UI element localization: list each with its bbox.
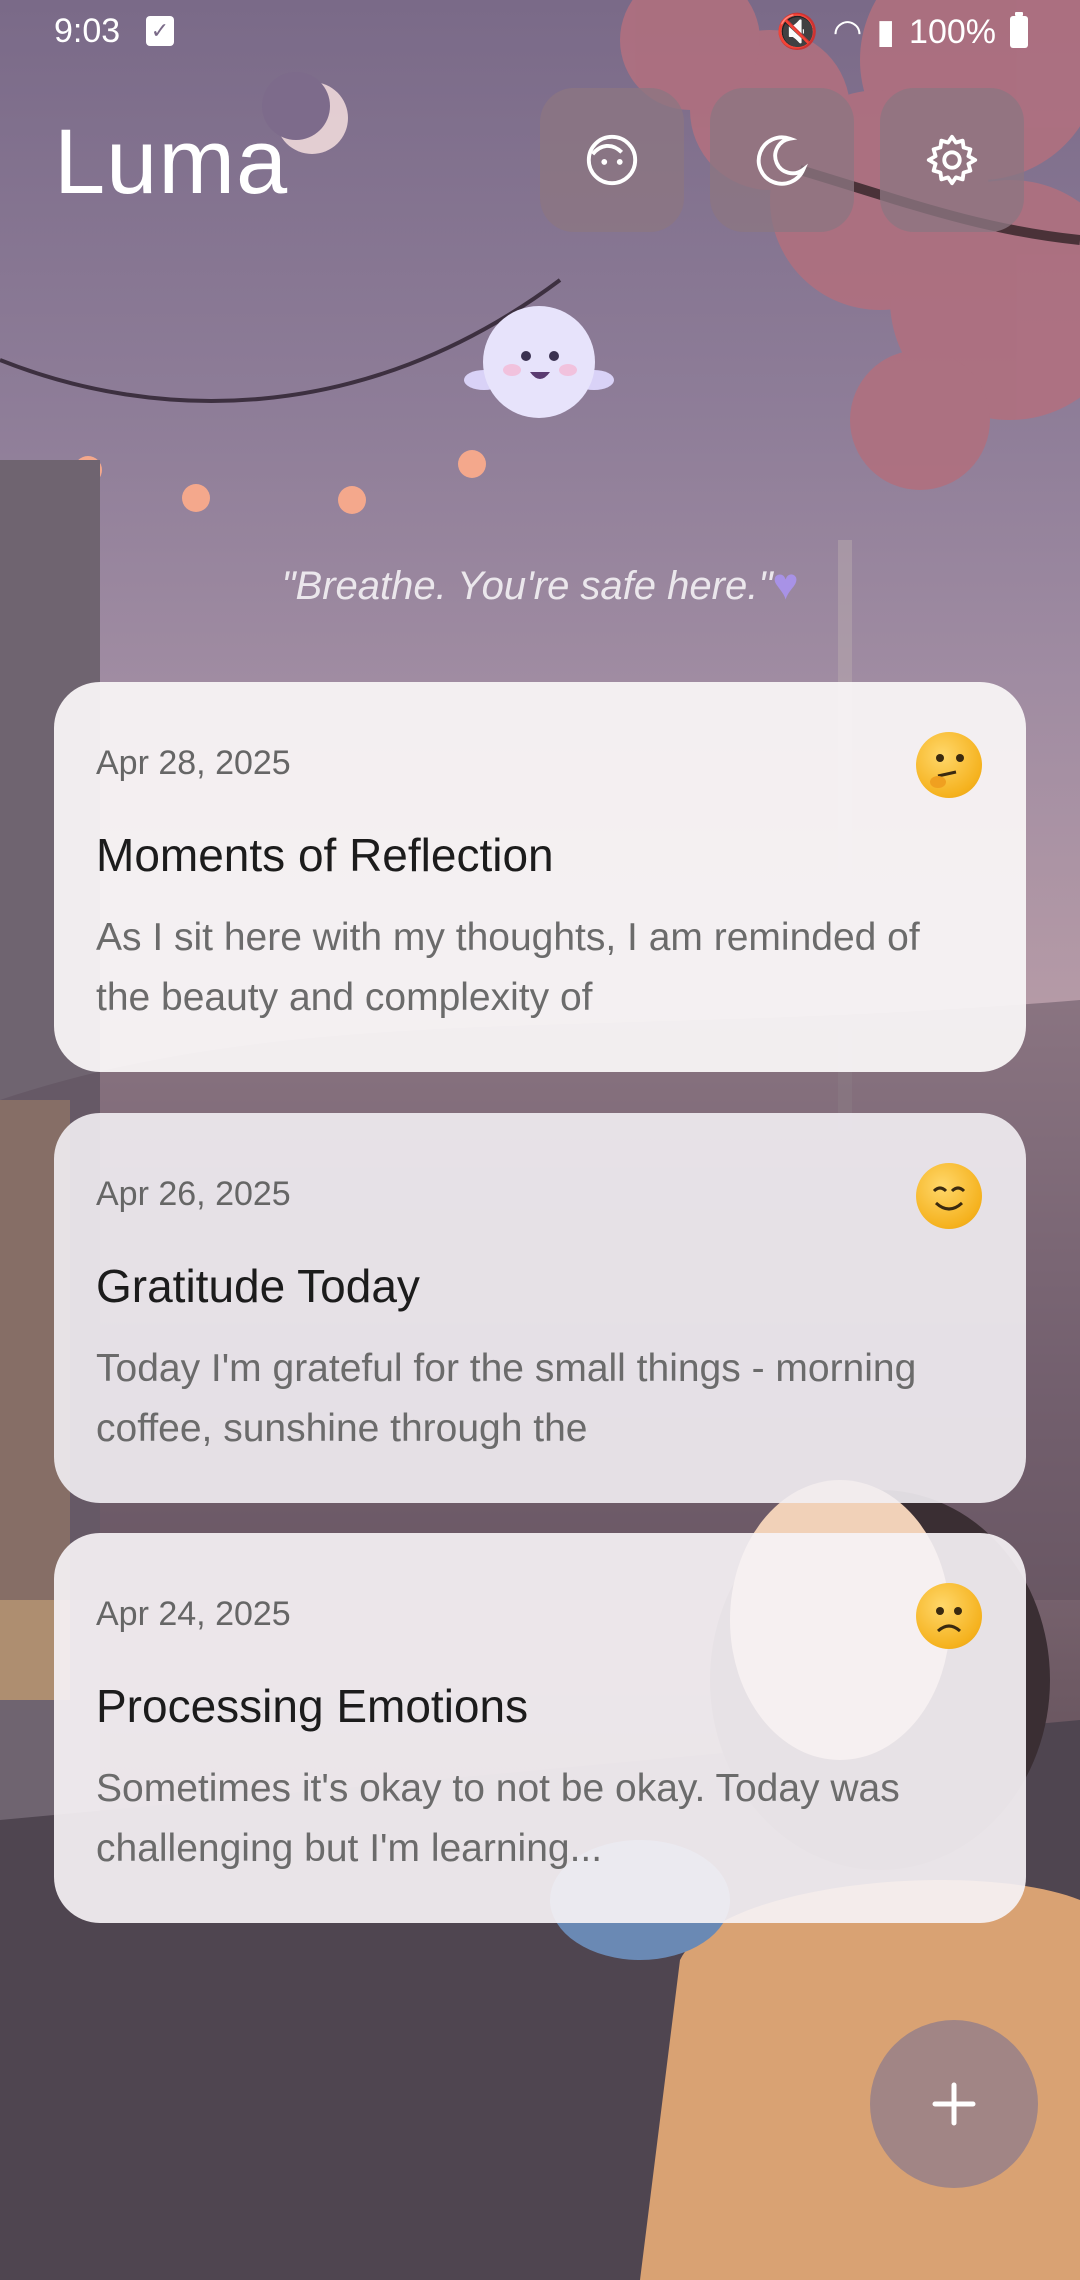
entry-date: Apr 24, 2025 (96, 1595, 291, 1633)
status-time: 9:03 (54, 12, 121, 50)
new-entry-button[interactable] (870, 2020, 1038, 2188)
journal-entry-card[interactable]: Apr 26, 2025 Gratitude Today Today I'm g… (54, 1113, 1026, 1503)
status-icons: 🔇 ◠ ▮ 100% (776, 12, 1028, 52)
gear-icon (926, 134, 978, 186)
quote-text: "Breathe. You're safe here." (281, 564, 773, 608)
battery-level: 100% (909, 12, 996, 51)
entry-date: Apr 28, 2025 (96, 744, 291, 782)
entry-title: Moments of Reflection (96, 829, 554, 881)
face-icon (586, 134, 638, 186)
notification-check-icon: ✓ (146, 16, 174, 46)
signal-icon: ▮ (876, 13, 896, 51)
wifi-icon: ◠ (832, 13, 863, 51)
worried-face-icon (916, 1583, 982, 1649)
thinking-face-icon (916, 732, 982, 798)
heart-icon: ♥ (772, 560, 799, 609)
entry-excerpt: Sometimes it's okay to not be okay. Toda… (96, 1767, 900, 1870)
journal-entry-card[interactable]: Apr 24, 2025 Processing Emotions Sometim… (54, 1533, 1026, 1923)
entry-date: Apr 26, 2025 (96, 1175, 291, 1213)
journal-entry-card[interactable]: Apr 28, 2025 Moments of Reflection As I … (54, 682, 1026, 1072)
status-bar: 9:03 ✓ 🔇 ◠ ▮ 100% (0, 0, 1080, 64)
entry-excerpt: Today I'm grateful for the small things … (96, 1347, 917, 1450)
affirmation-quote: "Breathe. You're safe here."♥ (0, 560, 1080, 610)
battery-icon (1010, 12, 1028, 48)
entry-title: Processing Emotions (96, 1680, 529, 1732)
plus-icon (932, 2082, 976, 2126)
entry-title: Gratitude Today (96, 1260, 420, 1312)
mute-icon: 🔇 (776, 13, 819, 51)
mascot-icon (464, 306, 614, 418)
smiling-face-icon (916, 1163, 982, 1229)
settings-button[interactable] (880, 88, 1024, 232)
dark-mode-button[interactable] (710, 88, 854, 232)
moon-icon (756, 135, 808, 186)
entry-excerpt: As I sit here with my thoughts, I am rem… (96, 916, 920, 1019)
app-title: Luma (54, 111, 289, 213)
mood-face-button[interactable] (540, 88, 684, 232)
